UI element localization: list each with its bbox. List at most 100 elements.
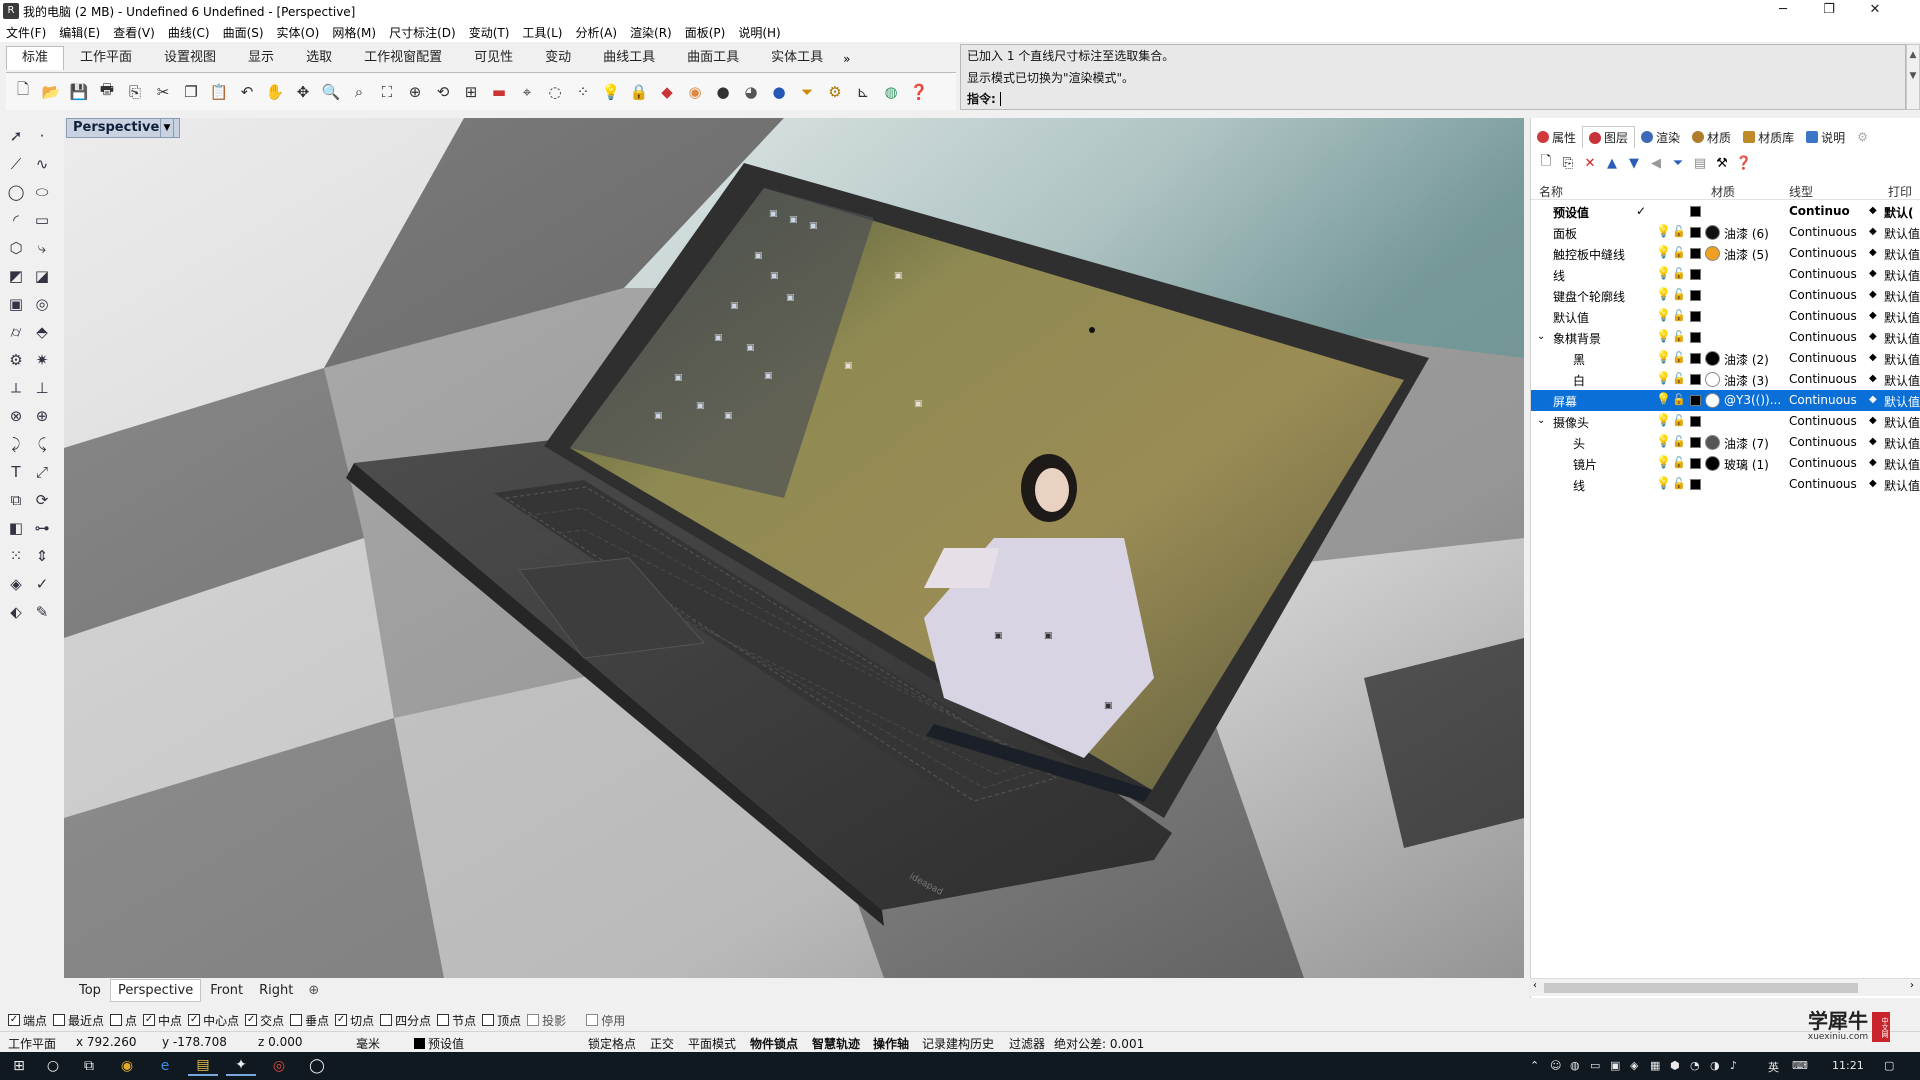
unlock-icon[interactable]: 🔓	[1672, 330, 1686, 343]
cut-icon[interactable]: ✂	[150, 79, 176, 105]
dimension-icon[interactable]: ⤢	[30, 460, 54, 484]
checkbox-box[interactable]	[586, 1014, 599, 1026]
tab-solid-tools[interactable]: 实体工具	[755, 46, 839, 70]
layer-row[interactable]: 面板 💡 🔓 油漆 (6) Continuous ◆ 默认值	[1531, 222, 1920, 243]
unlock-icon[interactable]: 🔓	[1672, 351, 1686, 364]
light-bulb-icon[interactable]: 💡	[1656, 476, 1671, 490]
checkbox-box[interactable]: ✓	[143, 1014, 156, 1026]
ellipse-icon[interactable]: ⬭	[30, 180, 54, 204]
panel-tab-layers[interactable]: 图层	[1582, 126, 1636, 148]
layer-print-width[interactable]: 默认值	[1884, 288, 1920, 305]
move-down-icon[interactable]: ▼	[1623, 153, 1645, 173]
paste-icon[interactable]: 📋	[206, 79, 232, 105]
unlock-icon[interactable]: 🔓	[1672, 414, 1686, 427]
panel-tab-materials[interactable]: 材质	[1686, 126, 1737, 148]
light-bulb-icon[interactable]: 💡	[1656, 455, 1671, 469]
document-icon[interactable]: ▤	[1689, 153, 1711, 173]
group-icon[interactable]: ⊕	[30, 404, 54, 428]
panel-settings-gear-icon[interactable]: ⚙	[1851, 126, 1874, 148]
unlock-icon[interactable]: 🔓	[1672, 246, 1686, 259]
camera-icon[interactable]: ⌖	[514, 79, 540, 105]
layer-row[interactable]: 黑 💡 🔓 油漆 (2) Continuous ◆ 默认值	[1531, 348, 1920, 369]
layer-color-swatch[interactable]	[1690, 311, 1701, 322]
tab-select[interactable]: 选取	[290, 46, 348, 70]
tab-visibility[interactable]: 可见性	[458, 46, 529, 70]
layer-linetype[interactable]: Continuous	[1789, 309, 1857, 323]
search-icon[interactable]: ○	[38, 1056, 68, 1076]
layer-row[interactable]: ⌄ 象棋背景 💡 🔓 Continuous ◆ 默认值	[1531, 327, 1920, 348]
layer-linetype[interactable]: Continuous	[1789, 393, 1857, 407]
expand-chevron-down-icon[interactable]: ⌄	[1537, 331, 1545, 342]
print-icon[interactable]: 🖶	[94, 79, 120, 105]
more-tabs-button[interactable]: »	[843, 48, 850, 70]
light-bulb-icon[interactable]: 💡	[1656, 392, 1671, 406]
layer-list-scrollbar[interactable]: ‹ ›	[1530, 978, 1920, 996]
file-explorer-icon[interactable]: ▤	[188, 1056, 218, 1076]
mesh-icon[interactable]: ⚙	[4, 348, 28, 372]
viewport-tab-front[interactable]: Front	[203, 980, 250, 1001]
clock[interactable]: 11:21	[1832, 1059, 1864, 1072]
column-print[interactable]: 打印	[1888, 183, 1912, 200]
light-bulb-icon[interactable]: 💡	[1656, 287, 1671, 301]
layer-color-swatch[interactable]	[1690, 290, 1701, 301]
tab-transform[interactable]: 变动	[529, 46, 587, 70]
osnap-checkbox[interactable]: 节点	[437, 1012, 476, 1029]
wifi-icon[interactable]: ◑	[1710, 1059, 1720, 1072]
points-icon[interactable]: ⁘	[570, 79, 596, 105]
light-bulb-icon[interactable]: 💡	[598, 79, 624, 105]
tools-icon[interactable]: ⚒	[1711, 153, 1733, 173]
layer-print-width[interactable]: 默认值	[1884, 351, 1920, 368]
light-bulb-icon[interactable]: 💡	[1656, 329, 1671, 343]
checkbox-box[interactable]: ✓	[8, 1014, 20, 1026]
layer-color-swatch[interactable]	[1690, 437, 1701, 448]
delete-layer-icon[interactable]: ✕	[1579, 153, 1601, 173]
command-scrollbar[interactable]: ▲ ▼	[1906, 44, 1920, 110]
checkbox-box[interactable]: ✓	[188, 1014, 201, 1026]
menu-analyze[interactable]: 分析(A)	[575, 24, 617, 41]
command-prompt[interactable]: 指令:	[967, 90, 1001, 107]
viewport-tab-right[interactable]: Right	[252, 980, 300, 1001]
layer-row[interactable]: 线 💡 🔓 Continuous ◆ 默认值	[1531, 264, 1920, 285]
offset-icon[interactable]: ⤹	[30, 432, 54, 456]
layer-print-width[interactable]: 默认值	[1884, 435, 1920, 452]
menu-solid[interactable]: 实体(O)	[277, 24, 320, 41]
undo-icon[interactable]: ↶	[234, 79, 260, 105]
shield-icon[interactable]: ◈	[1630, 1059, 1638, 1072]
polygon-icon[interactable]: ⬡	[4, 236, 28, 260]
light-bulb-icon[interactable]: 💡	[1656, 308, 1671, 322]
checkbox-box[interactable]	[110, 1014, 123, 1026]
undo-view-icon[interactable]: ⟲	[430, 79, 456, 105]
layer-row[interactable]: 默认值 💡 🔓 Continuous ◆ 默认值	[1531, 306, 1920, 327]
rotate-view-icon[interactable]: ✥	[290, 79, 316, 105]
layer-print-width[interactable]: 默认值	[1884, 246, 1920, 263]
rendered-sphere-icon[interactable]: ◕	[738, 79, 764, 105]
move-up-icon[interactable]: ▲	[1601, 153, 1623, 173]
surface-icon[interactable]: ◩	[4, 264, 28, 288]
checkbox-box[interactable]	[437, 1014, 450, 1026]
split-icon[interactable]: ⊥	[30, 376, 54, 400]
notification-icon[interactable]: ▢	[1884, 1059, 1894, 1072]
array-icon[interactable]: ⁙	[4, 544, 28, 568]
layer-linetype[interactable]: Continuous	[1789, 414, 1857, 428]
material-swatch[interactable]	[1705, 435, 1720, 450]
qq-icon[interactable]: ☺	[1550, 1059, 1561, 1072]
checkbox-box[interactable]: ✓	[335, 1014, 348, 1026]
osnap-checkbox[interactable]: ✓ 切点	[335, 1012, 374, 1029]
four-viewports-icon[interactable]: ⊞	[458, 79, 484, 105]
checkbox-box[interactable]: ✓	[245, 1014, 258, 1026]
zoom-icon[interactable]: 🔍	[318, 79, 344, 105]
current-layer[interactable]: 预设值	[414, 1035, 464, 1052]
layer-linetype[interactable]: Continuous	[1789, 351, 1857, 365]
layer-color-swatch[interactable]	[1690, 395, 1701, 406]
light-bulb-icon[interactable]: 💡	[1656, 413, 1671, 427]
light-bulb-icon[interactable]: 💡	[1656, 434, 1671, 448]
layer-print-width[interactable]: 默认(	[1884, 204, 1914, 221]
material-swatch[interactable]	[1705, 351, 1720, 366]
scroll-right-icon[interactable]: ›	[1910, 980, 1914, 991]
grid-snap-toggle[interactable]: 锁定格点	[588, 1035, 636, 1052]
layer-color-swatch[interactable]	[1690, 248, 1701, 259]
light-bulb-icon[interactable]: 💡	[1656, 224, 1671, 238]
layer-print-width[interactable]: 默认值	[1884, 477, 1920, 494]
light-bulb-icon[interactable]: 💡	[1656, 350, 1671, 364]
unlock-icon[interactable]: 🔓	[1672, 288, 1686, 301]
